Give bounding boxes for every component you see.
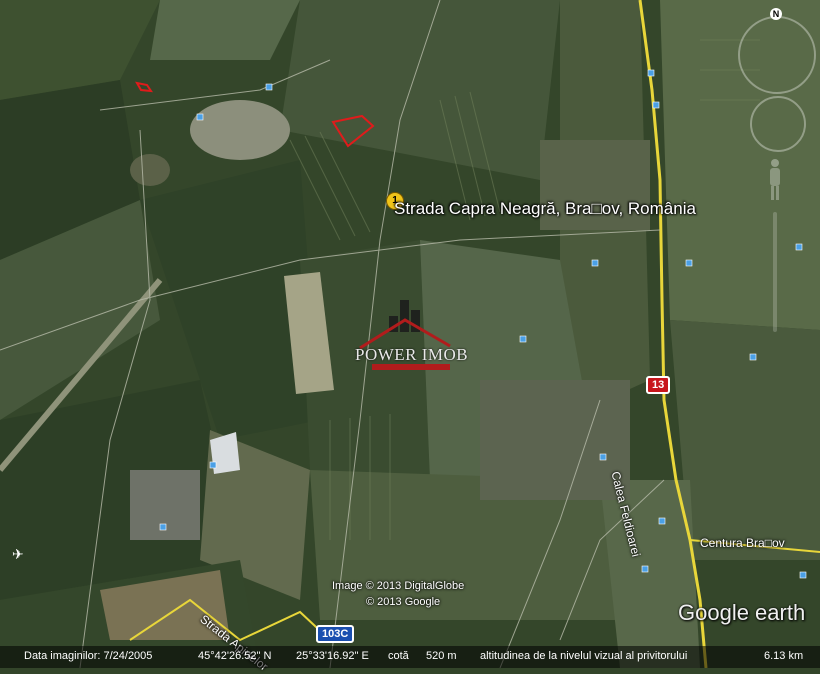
latitude-readout: 45°42'26.52" N [198, 650, 272, 662]
road-label-centura: Centura Bra□ov [700, 536, 785, 550]
look-joystick[interactable] [750, 96, 806, 152]
eye-altitude-readout: 6.13 km [764, 650, 804, 662]
google-copyright: © 2013 Google [366, 596, 441, 608]
watermark-underline [372, 364, 450, 370]
watermark-brand-text: POWER IMOB [355, 345, 469, 364]
compass-ring[interactable] [738, 16, 816, 94]
street-view-pegman-icon[interactable] [766, 158, 784, 202]
placemark-label[interactable]: Strada Capra Neagră, Bra□ov, România [394, 199, 696, 219]
eye-altitude-label: altitudinea de la nivelul vizual al priv… [480, 650, 688, 662]
imagery-copyright: Image © 2013 DigitalGlobe [332, 580, 465, 592]
north-indicator-icon[interactable]: N [770, 8, 782, 20]
airport-icon: ✈ [12, 546, 24, 562]
route-shield-103c: 103C [316, 625, 355, 643]
route-shield-13: 13 [646, 376, 671, 394]
satellite-map[interactable] [0, 0, 820, 668]
status-bar: Data imaginilor: 7/24/2005 45°42'26.52" … [0, 646, 820, 668]
elevation-label: cotă [388, 650, 409, 662]
google-earth-logo: Google earth [678, 600, 806, 625]
longitude-readout: 25°33'16.92" E [296, 650, 369, 662]
zoom-slider[interactable] [773, 212, 777, 332]
imagery-date: Data imaginilor: 7/24/2005 [24, 650, 153, 662]
elevation-readout: 520 m [426, 650, 457, 662]
